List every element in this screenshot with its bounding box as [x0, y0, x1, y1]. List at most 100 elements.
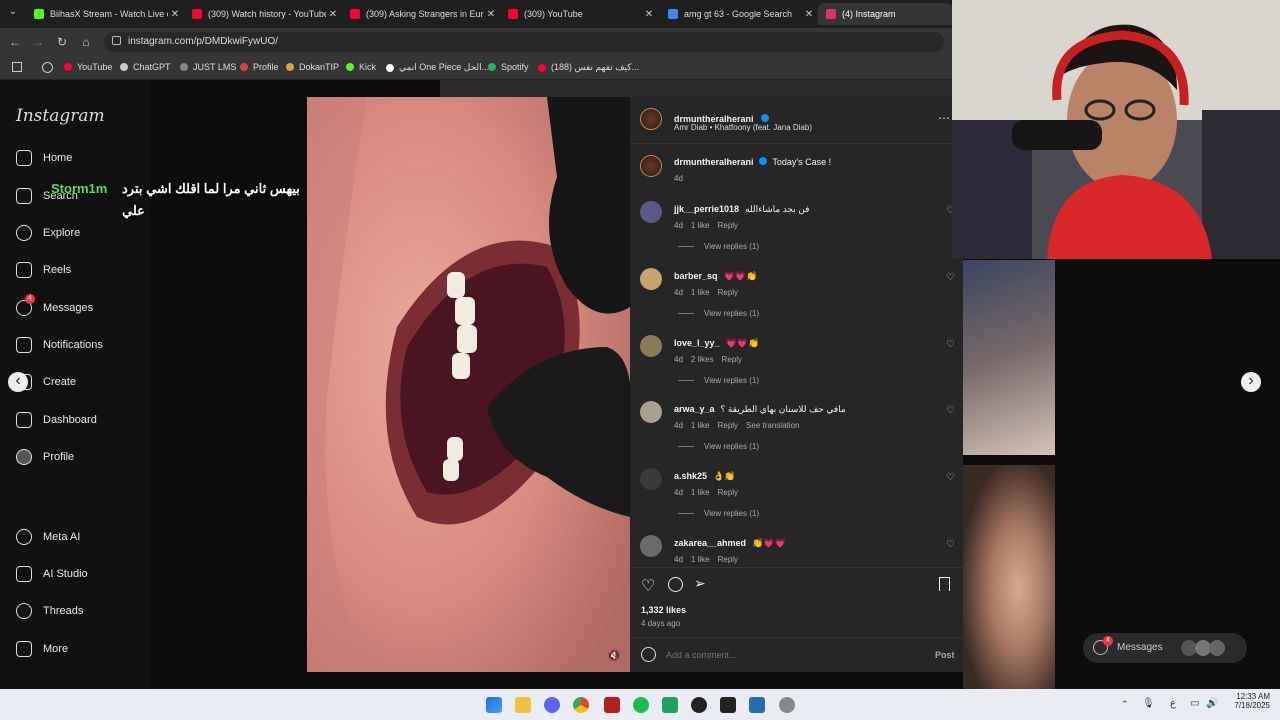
view-replies-button[interactable]: View replies (1)	[678, 442, 759, 451]
browser-tab[interactable]: (309) Asking Strangers in Europ ✕	[342, 3, 498, 25]
post-comment-button[interactable]: Post	[935, 650, 955, 660]
globe-icon[interactable]	[42, 62, 53, 73]
emoji-icon[interactable]	[641, 647, 656, 662]
commenter-avatar[interactable]	[640, 201, 662, 223]
comment-username[interactable]: barber_sq	[674, 271, 718, 281]
file-explorer-icon[interactable]	[515, 697, 531, 713]
sidebar-item-messages[interactable]: 4 Messages	[16, 294, 93, 316]
comment-reply[interactable]: Reply	[722, 355, 742, 364]
tab-search-icon[interactable]: ⌄	[6, 6, 20, 17]
save-bookmark-icon[interactable]	[939, 577, 950, 591]
app-icon[interactable]	[662, 697, 678, 713]
like-heart-icon[interactable]: ♡	[641, 576, 655, 596]
microphone-icon[interactable]: 🎙	[1142, 698, 1155, 709]
site-info-icon[interactable]	[112, 36, 121, 45]
comment-like-heart-icon[interactable]: ♡	[946, 339, 955, 350]
language-indicator[interactable]: ع	[1170, 698, 1176, 709]
comment-input[interactable]	[666, 647, 916, 663]
bookmark-item[interactable]: Profile	[240, 62, 279, 72]
comment-like-heart-icon[interactable]: ♡	[946, 539, 955, 550]
chevron-up-icon[interactable]: ⌃	[1121, 699, 1129, 710]
clock[interactable]: 12:33 AM 7/18/2025	[1226, 692, 1270, 710]
bookmark-item[interactable]: (188) كيف تفهم نفس...	[538, 62, 639, 73]
share-icon[interactable]: ➢	[694, 575, 706, 592]
next-post-arrow[interactable]: ›	[1241, 372, 1261, 392]
windows-start-icon[interactable]	[486, 697, 502, 713]
mute-icon[interactable]: 🔇	[607, 649, 621, 662]
prev-post-arrow[interactable]: ‹	[8, 372, 28, 392]
tab-close-icon[interactable]: ✕	[484, 9, 498, 20]
caption-username[interactable]: drmuntheralherani	[674, 157, 754, 167]
messages-pill[interactable]: 4 Messages	[1083, 633, 1247, 663]
tab-close-icon[interactable]: ✕	[802, 9, 816, 20]
comment-reply[interactable]: Reply	[718, 288, 738, 297]
tab-close-icon[interactable]: ✕	[168, 9, 182, 20]
bookmark-item[interactable]: DokanTIP	[286, 62, 339, 72]
comment-bubble-icon[interactable]	[668, 577, 683, 592]
tab-close-icon[interactable]: ✕	[642, 9, 656, 20]
volume-icon[interactable]: 🔊	[1206, 698, 1218, 709]
reload-icon[interactable]: ↻	[55, 35, 69, 49]
bookmark-item[interactable]: ChatGPT	[120, 62, 171, 72]
sidebar-item-notifications[interactable]: Notifications	[16, 337, 103, 353]
app-icon[interactable]	[749, 697, 765, 713]
like-count[interactable]: 1,332 likes	[641, 605, 686, 615]
forward-icon[interactable]: →	[31, 35, 45, 49]
sidebar-item-reels[interactable]: Reels	[16, 262, 71, 278]
terminal-icon[interactable]	[720, 697, 736, 713]
sidebar-item-meta-ai[interactable]: Meta AI	[16, 529, 80, 545]
commenter-avatar[interactable]	[640, 401, 662, 423]
commenter-avatar[interactable]	[640, 268, 662, 290]
author-avatar[interactable]	[640, 108, 662, 130]
browser-tab[interactable]: (309) YouTube ✕	[500, 3, 656, 25]
comment-likes[interactable]: 1 like	[691, 288, 710, 297]
sidebar-item-threads[interactable]: Threads	[16, 603, 83, 619]
sidebar-item-dashboard[interactable]: Dashboard	[16, 412, 97, 428]
sidebar-item-more[interactable]: More	[16, 641, 68, 657]
comment-likes[interactable]: 1 like	[691, 421, 710, 430]
tab-close-icon[interactable]: ✕	[326, 9, 340, 20]
comment-username[interactable]: zakarea__ahmed	[674, 538, 746, 548]
discord-icon[interactable]	[544, 697, 560, 713]
view-replies-button[interactable]: View replies (1)	[678, 376, 759, 385]
sidebar-item-explore[interactable]: Explore	[16, 225, 80, 241]
comment-username[interactable]: arwa_y_a	[674, 404, 715, 414]
browser-tab[interactable]: BiihasX Stream - Watch Live on ✕	[26, 3, 182, 25]
bookmark-item[interactable]: Kick	[346, 62, 376, 72]
post-media[interactable]: 🔇	[307, 97, 630, 672]
comment-username[interactable]: love_l_yy_	[674, 338, 720, 348]
browser-tab[interactable]: amg gt 63 - Google Search ✕	[660, 3, 816, 25]
comment-like-heart-icon[interactable]: ♡	[946, 405, 955, 416]
app-icon[interactable]	[604, 697, 620, 713]
chrome-icon[interactable]	[573, 697, 589, 713]
browser-tab[interactable]: (309) Watch history - YouTube ✕	[184, 3, 340, 25]
comment-reply[interactable]: Reply	[718, 421, 738, 430]
apps-grid-icon[interactable]	[12, 62, 22, 72]
commenter-avatar[interactable]	[640, 535, 662, 557]
comment-likes[interactable]: 2 likes	[691, 355, 714, 364]
comment-likes[interactable]: 1 like	[691, 221, 710, 230]
more-options-icon[interactable]: ⋯	[938, 111, 950, 125]
caption-avatar[interactable]	[640, 155, 662, 177]
view-replies-button[interactable]: View replies (1)	[678, 309, 759, 318]
comment-reply[interactable]: Reply	[718, 555, 738, 564]
comment-reply[interactable]: Reply	[718, 221, 738, 230]
bookmark-item[interactable]: YouTube	[64, 62, 112, 72]
bookmark-item[interactable]: Spotify	[488, 62, 529, 72]
comment-like-heart-icon[interactable]: ♡	[946, 272, 955, 283]
commenter-avatar[interactable]	[640, 468, 662, 490]
back-icon[interactable]: ←	[8, 35, 22, 49]
sidebar-item-profile[interactable]: Profile	[16, 449, 74, 465]
comment-likes[interactable]: 1 like	[691, 555, 710, 564]
spotify-icon[interactable]	[633, 697, 649, 713]
settings-icon[interactable]	[779, 697, 795, 713]
comment-reply[interactable]: Reply	[718, 488, 738, 497]
commenter-avatar[interactable]	[640, 335, 662, 357]
bookmark-item[interactable]: انمي One Piece الحل...	[386, 62, 489, 73]
comment-like-heart-icon[interactable]: ♡	[946, 472, 955, 483]
view-replies-button[interactable]: View replies (1)	[678, 242, 759, 251]
network-icon[interactable]: ▭	[1190, 698, 1199, 709]
comment-translate[interactable]: See translation	[746, 421, 799, 430]
sidebar-item-home[interactable]: Home	[16, 150, 72, 166]
audio-track[interactable]: Amr Diab • Khatfoony (feat. Jana Diab)	[674, 123, 812, 132]
